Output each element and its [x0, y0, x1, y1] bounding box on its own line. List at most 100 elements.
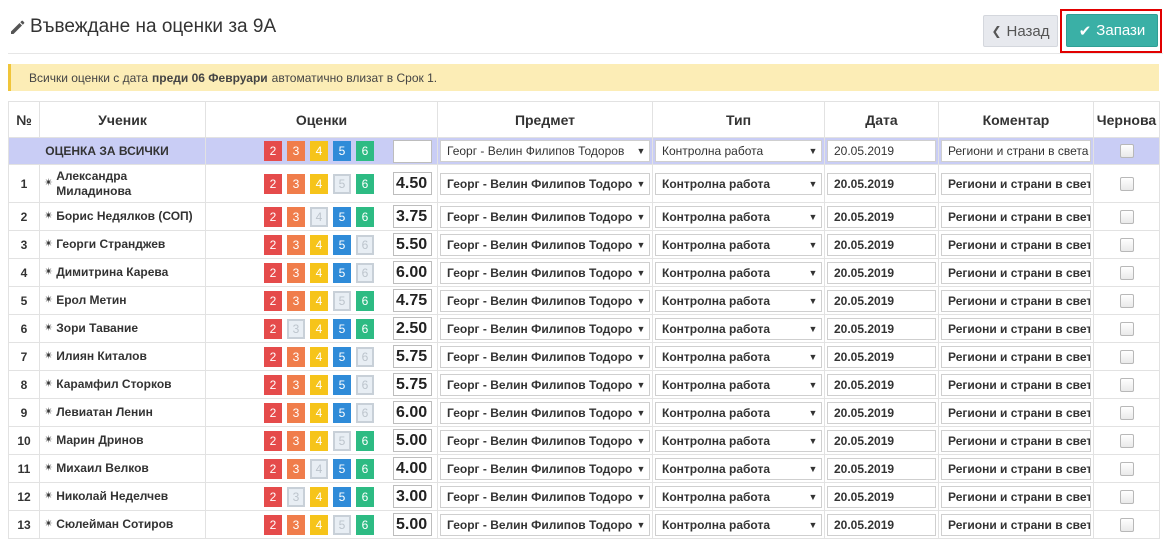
- grade-button-4[interactable]: 4: [310, 234, 328, 255]
- type-select[interactable]: Контролна работа ▼: [655, 485, 822, 508]
- grade-for-all-date-input[interactable]: 20.05.2019: [827, 140, 936, 162]
- grade-button-4[interactable]: 4: [310, 374, 328, 395]
- grade-button-4[interactable]: 4: [310, 173, 328, 194]
- grade-input[interactable]: 3.00: [393, 485, 432, 508]
- grade-button-3[interactable]: 3: [287, 346, 305, 367]
- grade-button-6[interactable]: 6: [356, 206, 374, 227]
- grade-button-4[interactable]: 4: [310, 141, 328, 161]
- date-input[interactable]: 20.05.2019: [827, 317, 936, 340]
- grade-button-5[interactable]: 5: [333, 318, 351, 339]
- grade-button-3[interactable]: 3: [287, 262, 305, 283]
- grade-button-6[interactable]: 6: [356, 402, 374, 423]
- grade-input[interactable]: 5.75: [393, 345, 432, 368]
- grade-button-3[interactable]: 3: [287, 458, 305, 479]
- type-select[interactable]: Контролна работа ▼: [655, 205, 822, 228]
- grade-input[interactable]: 4.00: [393, 457, 432, 480]
- draft-checkbox[interactable]: [1119, 433, 1134, 448]
- type-select[interactable]: Контролна работа ▼: [655, 373, 822, 396]
- grade-for-all-type-select[interactable]: Контролна работа ▼: [655, 140, 822, 162]
- grade-button-4[interactable]: 4: [310, 486, 328, 507]
- type-select[interactable]: Контролна работа ▼: [655, 172, 822, 195]
- grade-button-3[interactable]: 3: [287, 141, 305, 161]
- grade-input[interactable]: 3.75: [393, 205, 432, 228]
- grade-button-4[interactable]: 4: [310, 430, 328, 451]
- grade-button-3[interactable]: 3: [287, 430, 305, 451]
- grade-button-4[interactable]: 4: [310, 458, 328, 479]
- draft-checkbox[interactable]: [1119, 349, 1134, 364]
- grade-button-6[interactable]: 6: [356, 290, 374, 311]
- draft-checkbox[interactable]: [1119, 265, 1134, 280]
- grade-button-2[interactable]: 2: [264, 262, 282, 283]
- grade-button-3[interactable]: 3: [287, 318, 305, 339]
- grade-input[interactable]: 6.00: [393, 401, 432, 424]
- grade-button-2[interactable]: 2: [264, 374, 282, 395]
- comment-input[interactable]: Региони и страни в света: [941, 205, 1091, 228]
- grade-button-5[interactable]: 5: [333, 206, 351, 227]
- subject-select[interactable]: Георг - Велин Филипов Тодоров ▼: [440, 205, 650, 228]
- grade-button-2[interactable]: 2: [264, 402, 282, 423]
- grade-button-3[interactable]: 3: [287, 206, 305, 227]
- grade-button-5[interactable]: 5: [333, 141, 351, 161]
- grade-button-5[interactable]: 5: [333, 486, 351, 507]
- grade-input[interactable]: 4.50: [393, 172, 432, 195]
- grade-button-5[interactable]: 5: [333, 290, 351, 311]
- grade-input[interactable]: 5.75: [393, 373, 432, 396]
- type-select[interactable]: Контролна работа ▼: [655, 457, 822, 480]
- grade-button-2[interactable]: 2: [264, 346, 282, 367]
- grade-button-3[interactable]: 3: [287, 514, 305, 535]
- grade-input[interactable]: 4.75: [393, 289, 432, 312]
- grade-button-4[interactable]: 4: [310, 262, 328, 283]
- comment-input[interactable]: Региони и страни в света: [941, 345, 1091, 368]
- subject-select[interactable]: Георг - Велин Филипов Тодоров ▼: [440, 513, 650, 536]
- comment-input[interactable]: Региони и страни в света: [941, 485, 1091, 508]
- grade-button-3[interactable]: 3: [287, 234, 305, 255]
- grade-button-6[interactable]: 6: [356, 141, 374, 161]
- type-select[interactable]: Контролна работа ▼: [655, 513, 822, 536]
- grade-button-2[interactable]: 2: [264, 458, 282, 479]
- subject-select[interactable]: Георг - Велин Филипов Тодоров ▼: [440, 485, 650, 508]
- grade-button-5[interactable]: 5: [333, 430, 351, 451]
- grade-button-6[interactable]: 6: [356, 346, 374, 367]
- draft-checkbox[interactable]: [1119, 405, 1134, 420]
- grade-button-5[interactable]: 5: [333, 173, 351, 194]
- date-input[interactable]: 20.05.2019: [827, 233, 936, 256]
- grade-button-6[interactable]: 6: [356, 262, 374, 283]
- grade-button-3[interactable]: 3: [287, 173, 305, 194]
- grade-for-all-comment-input[interactable]: Региони и страни в света: [941, 140, 1091, 162]
- grade-button-6[interactable]: 6: [356, 318, 374, 339]
- grade-button-3[interactable]: 3: [287, 486, 305, 507]
- draft-checkbox[interactable]: [1119, 209, 1134, 224]
- draft-checkbox[interactable]: [1119, 377, 1134, 392]
- grade-button-6[interactable]: 6: [356, 514, 374, 535]
- grade-button-6[interactable]: 6: [356, 458, 374, 479]
- type-select[interactable]: Контролна работа ▼: [655, 345, 822, 368]
- comment-input[interactable]: Региони и страни в света: [941, 317, 1091, 340]
- type-select[interactable]: Контролна работа ▼: [655, 401, 822, 424]
- grade-button-3[interactable]: 3: [287, 402, 305, 423]
- grade-button-2[interactable]: 2: [264, 290, 282, 311]
- subject-select[interactable]: Георг - Велин Филипов Тодоров ▼: [440, 429, 650, 452]
- date-input[interactable]: 20.05.2019: [827, 513, 936, 536]
- date-input[interactable]: 20.05.2019: [827, 373, 936, 396]
- grade-button-4[interactable]: 4: [310, 402, 328, 423]
- grade-button-2[interactable]: 2: [264, 173, 282, 194]
- subject-select[interactable]: Георг - Велин Филипов Тодоров ▼: [440, 289, 650, 312]
- grade-button-4[interactable]: 4: [310, 290, 328, 311]
- grade-button-5[interactable]: 5: [333, 514, 351, 535]
- comment-input[interactable]: Региони и страни в света: [941, 373, 1091, 396]
- comment-input[interactable]: Региони и страни в света: [941, 233, 1091, 256]
- comment-input[interactable]: Региони и страни в света: [941, 401, 1091, 424]
- type-select[interactable]: Контролна работа ▼: [655, 261, 822, 284]
- grade-button-2[interactable]: 2: [264, 206, 282, 227]
- date-input[interactable]: 20.05.2019: [827, 205, 936, 228]
- date-input[interactable]: 20.05.2019: [827, 457, 936, 480]
- date-input[interactable]: 20.05.2019: [827, 485, 936, 508]
- type-select[interactable]: Контролна работа ▼: [655, 429, 822, 452]
- grade-button-5[interactable]: 5: [333, 262, 351, 283]
- comment-input[interactable]: Региони и страни в света: [941, 289, 1091, 312]
- subject-select[interactable]: Георг - Велин Филипов Тодоров ▼: [440, 345, 650, 368]
- subject-select[interactable]: Георг - Велин Филипов Тодоров ▼: [440, 172, 650, 195]
- draft-checkbox[interactable]: [1119, 461, 1134, 476]
- grade-button-5[interactable]: 5: [333, 374, 351, 395]
- draft-checkbox[interactable]: [1119, 293, 1134, 308]
